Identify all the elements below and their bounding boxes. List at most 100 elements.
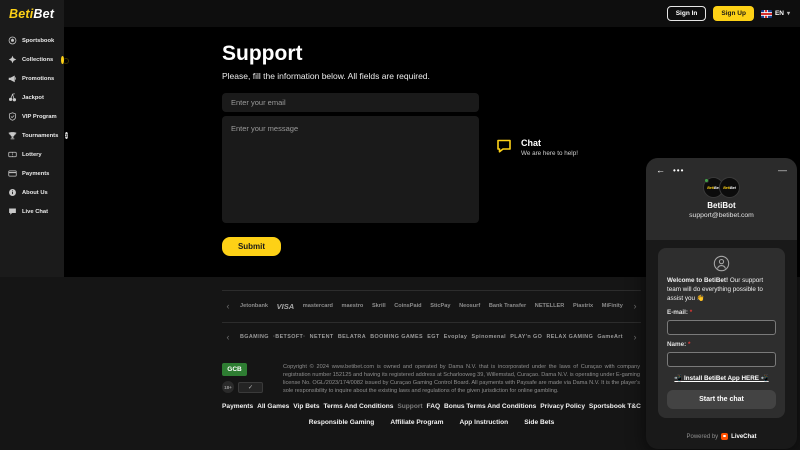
payments-carousel: ‹ Jetonbank VISA mastercard maestro Skri… [222, 290, 641, 321]
gcb-badge[interactable]: GCB [222, 363, 247, 376]
sidebar-item-lottery[interactable]: Lottery [0, 145, 64, 164]
sidebar-item-label: Lottery [22, 151, 42, 158]
sidebar-item-jackpot[interactable]: Jackpot [0, 88, 64, 107]
footer-link-faq[interactable]: FAQ [427, 403, 441, 410]
widget-name-input[interactable] [667, 352, 776, 368]
megaphone-icon [8, 75, 16, 83]
shield-icon [8, 112, 17, 121]
payment-logo: maestro [341, 303, 364, 309]
license-badges: GCB 18+ ✓ [222, 363, 274, 393]
avatar: BetiBet [719, 177, 740, 198]
welcome-message-card: Welcome to BetiBet! Our support team wil… [658, 248, 785, 419]
payment-logo: CoinsPaid [394, 303, 422, 309]
ticket-icon [8, 151, 17, 158]
provider-logo: Spinomenal [471, 334, 507, 340]
uk-flag-icon [760, 9, 772, 18]
back-arrow-icon[interactable]: ← [656, 165, 665, 175]
payments-logos: Jetonbank VISA mastercard maestro Skrill… [234, 302, 629, 311]
sidebar-item-live-chat[interactable]: Live Chat [0, 202, 64, 221]
sidebar-item-about-us[interactable]: About Us [0, 183, 64, 202]
payment-logo: Skrill [371, 303, 386, 309]
footer-link-payments[interactable]: Payments [222, 403, 253, 410]
page-subtitle: Please, fill the information below. All … [222, 71, 430, 81]
provider-logo: Evoplay [443, 334, 468, 340]
sidebar-nav: Sportsbook Collections Promotions Jackpo… [0, 27, 69, 221]
payment-logo: SticPay [430, 303, 451, 309]
required-asterisk: * [689, 309, 693, 317]
sidebar-item-collections[interactable]: Collections [0, 50, 69, 69]
widget-email-input[interactable] [667, 320, 776, 336]
sidebar-item-vip-program[interactable]: VIP Program [0, 107, 64, 126]
agent-avatars: BetiBet BetiBet [646, 177, 797, 198]
provider-logo: GameArt [597, 334, 623, 340]
carousel-next-icon[interactable]: › [629, 301, 641, 311]
message-textarea[interactable] [222, 116, 479, 223]
sidebar-item-label: Collections [22, 56, 54, 63]
collections-icon [8, 55, 17, 64]
footer-link-affiliate[interactable]: Affiliate Program [390, 419, 443, 426]
footer-link-side-bets[interactable]: Side Bets [524, 419, 554, 426]
footer-link-vip-bets[interactable]: Vip Bets [293, 403, 319, 410]
language-label: EN [774, 10, 784, 17]
menu-dots-icon[interactable]: ••• [673, 166, 684, 175]
brand-logo[interactable]: Beti Bet [0, 0, 64, 27]
sign-in-button[interactable]: Sign In [666, 6, 707, 21]
sidebar-item-label: Live Chat [22, 208, 49, 215]
footer-link-app-instruction[interactable]: App Instruction [459, 419, 508, 426]
powered-by: Powered by LiveChat [646, 433, 797, 440]
top-bar: Sign In Sign Up EN ▾ [64, 0, 800, 27]
payment-logo: Jetonbank [240, 303, 268, 309]
email-label: E-mail: * [667, 309, 693, 317]
soccer-ball-icon [8, 36, 17, 45]
language-selector[interactable]: EN ▾ [760, 9, 790, 18]
email-input[interactable] [222, 93, 479, 112]
sidebar-item-label: Jackpot [22, 94, 44, 101]
sidebar-item-label: Sportsbook [22, 37, 55, 44]
sidebar-item-label: Promotions [22, 75, 55, 82]
sidebar-item-sportsbook[interactable]: Sportsbook [0, 31, 64, 50]
footer-link-sportsbook-tc[interactable]: Sportsbook T&C [589, 403, 641, 410]
required-asterisk: * [688, 341, 691, 349]
payment-logo: MiFinity [601, 303, 623, 309]
payment-logo: Neosurf [459, 303, 481, 309]
age-18-badge: 18+ [222, 381, 234, 393]
footer-link-all-games[interactable]: All Games [257, 403, 289, 410]
page: Sign In Sign Up EN ▾ Beti Bet Sportsbook … [0, 0, 800, 450]
install-app-link[interactable]: 📲 Install BetiBet App HERE 📲 [667, 374, 776, 382]
carousel-prev-icon[interactable]: ‹ [222, 332, 234, 342]
footer-links-row1: Payments All Games Vip Bets Terms And Co… [222, 403, 641, 410]
name-label: Name: * [667, 341, 691, 349]
payment-logo: VISA [276, 301, 295, 311]
info-icon [9, 189, 16, 196]
livechat-icon [721, 433, 729, 440]
sidebar-item-promotions[interactable]: Promotions [0, 69, 64, 88]
livechat-label[interactable]: LiveChat [731, 434, 756, 440]
footer-link-support[interactable]: Support [397, 403, 422, 410]
chat-outline-icon [497, 139, 511, 153]
provider-logo: BOOMING GAMES [370, 334, 424, 340]
payment-logo: mastercard [302, 303, 333, 309]
payment-logo: Piastrix [572, 303, 594, 309]
carousel-next-icon[interactable]: › [629, 332, 641, 342]
footer-link-bonus-terms[interactable]: Bonus Terms And Conditions [444, 403, 536, 410]
footer-link-terms[interactable]: Terms And Conditions [323, 403, 393, 410]
sidebar-item-payments[interactable]: Payments [0, 164, 64, 183]
sign-up-button[interactable]: Sign Up [713, 6, 754, 21]
chevron-down-icon: ▾ [786, 11, 790, 17]
trophy-icon [8, 132, 17, 140]
footer-link-responsible-gaming[interactable]: Responsible Gaming [309, 419, 375, 426]
provider-logo: PLAY'n GO [510, 334, 543, 340]
livechat-widget: ← ••• — BetiBet BetiBet BetiBot support@… [646, 158, 797, 449]
provider-logo: ·BETSOFT· [273, 334, 306, 340]
start-chat-button[interactable]: Start the chat [667, 390, 776, 410]
sidebar-item-tournaments[interactable]: Tournaments 2 [0, 126, 68, 145]
footer-links-row2: Responsible Gaming Affiliate Program App… [222, 419, 641, 426]
credit-card-icon [8, 170, 17, 177]
provider-logo: EGT [427, 334, 440, 340]
submit-button[interactable]: Submit [222, 237, 281, 256]
footer-link-privacy[interactable]: Privacy Policy [540, 403, 585, 410]
provider-logo: BGAMING [240, 334, 269, 340]
chat-bubble-icon [9, 208, 16, 215]
minimize-icon[interactable]: — [778, 165, 787, 175]
carousel-prev-icon[interactable]: ‹ [222, 301, 234, 311]
